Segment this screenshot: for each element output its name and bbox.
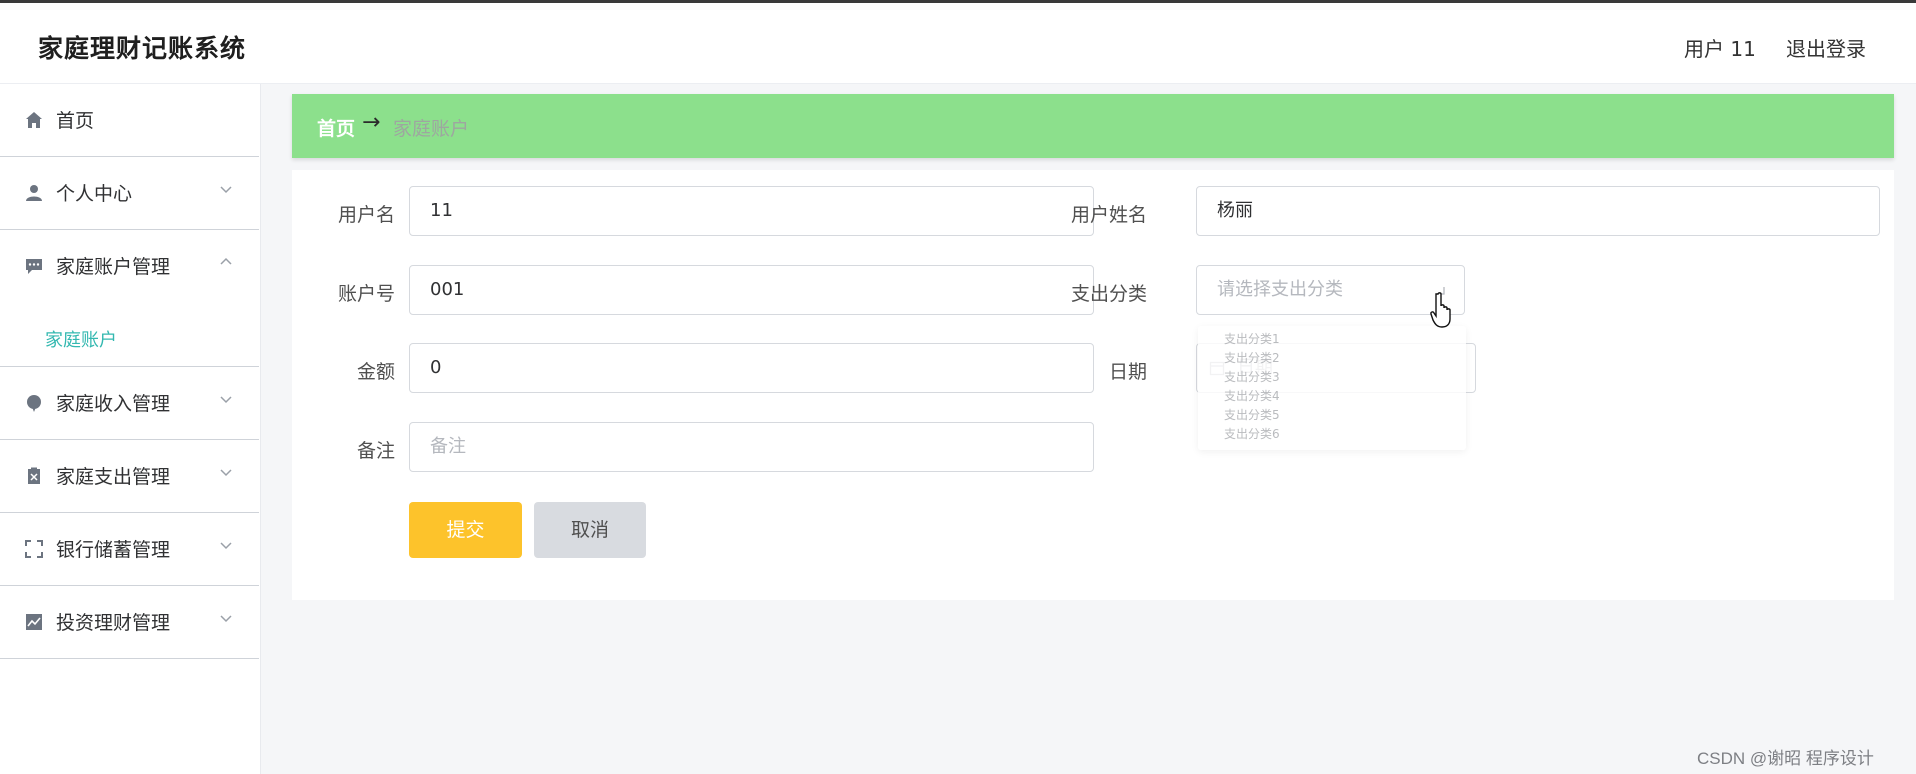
dropdown-option[interactable]: 支出分类5 (1224, 408, 1280, 422)
dropdown-option[interactable]: 支出分类3 (1224, 370, 1280, 384)
expense-category-label: 支出分类 (1070, 283, 1147, 305)
username-input[interactable]: 11 (409, 186, 1094, 236)
amount-label: 金额 (356, 361, 395, 383)
top-header: 家庭理财记账系统 用户 11 退出登录 (0, 3, 1916, 84)
submenu-item-family-account[interactable]: 家庭账户 (45, 326, 117, 352)
chevron-down-icon (220, 396, 232, 404)
account-no-label: 账户号 (337, 283, 395, 305)
dropdown-option[interactable]: 支出分类4 (1224, 389, 1280, 403)
breadcrumb-home-link[interactable]: 首页 (317, 114, 355, 141)
sidebar-item-label: 首页 (56, 110, 95, 132)
sidebar-item-personal-center[interactable]: 个人中心 (0, 157, 259, 230)
sidebar-item-label: 家庭账户管理 (56, 256, 171, 278)
hand-pointer-cursor-icon (1430, 292, 1451, 328)
home-icon (24, 110, 44, 130)
sidebar-item-label: 家庭支出管理 (56, 466, 171, 488)
app-title: 家庭理财记账系统 (38, 34, 247, 63)
account-no-input[interactable]: 001 (409, 265, 1094, 315)
date-label: 日期 (1108, 361, 1147, 383)
amount-input[interactable]: 0 (409, 343, 1094, 393)
chevron-up-icon (220, 257, 232, 265)
expense-category-select[interactable]: 请选择支出分类 (1196, 265, 1465, 315)
dropdown-option[interactable]: 支出分类2 (1224, 351, 1280, 365)
watermark: CSDN @谢昭 程序设计 (1697, 749, 1874, 768)
sidebar-menu: 首页 个人中心 家庭账户管理 家庭账户 家庭收入管理 家庭支出管理 银行储蓄管理… (0, 84, 261, 774)
pin-icon (24, 393, 44, 413)
sidebar-item-family-income-management[interactable]: 家庭收入管理 (0, 367, 259, 440)
sidebar-item-label: 家庭收入管理 (56, 393, 171, 415)
remark-label: 备注 (356, 440, 395, 462)
cancel-button[interactable]: 取消 (534, 502, 646, 558)
submit-button[interactable]: 提交 (409, 502, 522, 558)
sidebar-item-home[interactable]: 首页 (0, 84, 259, 157)
user-fullname-input[interactable]: 杨丽 (1196, 186, 1880, 236)
breadcrumb-current: 家庭账户 (393, 118, 470, 140)
chevron-down-icon (220, 542, 232, 550)
logout-button[interactable]: 退出登录 (1786, 33, 1866, 62)
dropdown-option[interactable]: 支出分类6 (1224, 427, 1280, 441)
chevron-down-icon (220, 186, 232, 194)
sidebar-item-label: 银行储蓄管理 (56, 539, 171, 561)
clipboard-icon (24, 466, 44, 486)
username-label: 用户名 (337, 204, 395, 226)
chevron-down-icon (220, 469, 232, 477)
user-fullname-label: 用户姓名 (1070, 204, 1147, 226)
user-icon (24, 183, 44, 203)
chart-icon (24, 612, 44, 632)
sidebar-item-label: 个人中心 (56, 183, 133, 205)
breadcrumb: 首页 → 家庭账户 (292, 94, 1894, 158)
fullscreen-icon (24, 539, 44, 559)
dropdown-option[interactable]: 支出分类1 (1224, 332, 1280, 346)
expense-category-dropdown: 支出分类1 支出分类2 支出分类3 支出分类4 支出分类5 支出分类6 (1198, 326, 1466, 450)
sidebar-item-label: 投资理财管理 (56, 612, 171, 634)
sidebar-item-family-expense-management[interactable]: 家庭支出管理 (0, 440, 259, 513)
current-user-label: 用户 11 (1684, 37, 1756, 61)
sidebar-item-bank-savings-management[interactable]: 银行储蓄管理 (0, 513, 259, 586)
sidebar-item-investment-management[interactable]: 投资理财管理 (0, 586, 259, 659)
breadcrumb-separator: → (362, 110, 381, 135)
sidebar-item-family-account-management[interactable]: 家庭账户管理 家庭账户 (0, 230, 259, 367)
message-icon (24, 256, 44, 276)
remark-input[interactable]: 备注 (409, 422, 1094, 472)
chevron-down-icon (220, 615, 232, 623)
